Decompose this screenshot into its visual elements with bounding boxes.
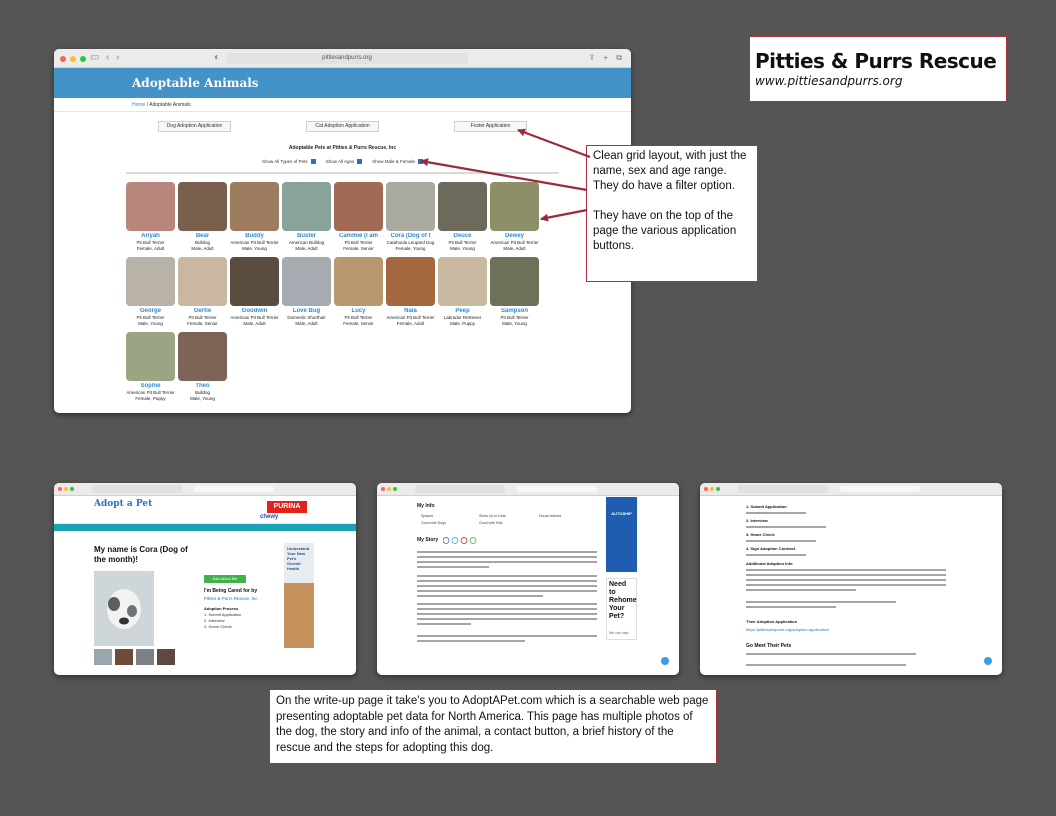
info-option: Good with Kids	[479, 521, 503, 525]
additional-info-text	[746, 569, 946, 594]
rehome-title: Need to Rehome Your Pet?	[609, 581, 637, 620]
thumbnail[interactable]	[94, 649, 112, 665]
adoptapet-steps-window: 1. Submit Application 2. Interview 3. Ho…	[700, 483, 1002, 675]
process-step: 2. Interview	[204, 618, 225, 623]
additional-info-text	[746, 601, 896, 611]
scroll-to-top-button[interactable]	[984, 657, 992, 665]
pet-profile-title: My name is Cora (Dog of the month)!	[94, 545, 188, 564]
story-text	[417, 575, 597, 600]
my-story-heading: My Story	[417, 537, 439, 543]
step-heading: 3. Home Check	[746, 532, 775, 537]
autoship-ad[interactable]: AUTOSHIP	[606, 497, 637, 572]
info-option: House-trained	[539, 514, 561, 518]
process-step: 1. Submit Application	[204, 612, 242, 617]
meet-pets-text	[746, 653, 916, 658]
address-bar[interactable]	[517, 486, 597, 492]
story-text	[417, 635, 597, 645]
rescue-link[interactable]: Pitties & Purrs Rescue, Inc	[204, 596, 258, 601]
address-bar[interactable]	[194, 486, 274, 492]
window-controls[interactable]	[58, 487, 74, 491]
step-text	[746, 554, 806, 559]
browser-toolbar	[377, 483, 679, 496]
adoptapet-profile-window: Adopt a Pet PURINA chewy My name is Cora…	[54, 483, 356, 675]
their-application-heading: Their Adoption Application	[746, 619, 798, 624]
browser-tab[interactable]	[738, 485, 828, 493]
sidebar-ad[interactable]: Understand Your New Pet's Overall Health	[284, 543, 314, 648]
adoptapet-story-window: My Info Spayed Shots Up to Date House-tr…	[377, 483, 679, 675]
zoom-window-button[interactable]	[716, 487, 720, 491]
additional-info-heading: Additional Adoption Info	[746, 561, 793, 566]
minimize-window-button[interactable]	[387, 487, 391, 491]
close-window-button[interactable]	[704, 487, 708, 491]
story-text	[417, 551, 597, 571]
step-text	[746, 512, 806, 517]
close-window-button[interactable]	[381, 487, 385, 491]
photo-thumbnails	[94, 649, 175, 665]
window-controls[interactable]	[704, 487, 720, 491]
rehome-subtitle: We can help.	[609, 631, 630, 635]
info-option: Spayed	[421, 514, 433, 518]
process-step: 3. Home Check	[204, 624, 232, 629]
info-option: Good with Dogs	[421, 521, 446, 525]
story-text	[417, 603, 597, 628]
arrow-to-foster-button	[517, 128, 591, 159]
thumbnail[interactable]	[115, 649, 133, 665]
ad-dog-image	[284, 583, 314, 648]
my-info-heading: My Info	[417, 503, 435, 509]
arrow-to-pet-grid	[540, 208, 588, 222]
step-heading: 4. Sign Adoption Contract	[746, 546, 796, 551]
info-option: Shots Up to Date	[479, 514, 506, 518]
step-heading: 2. Interview	[746, 518, 768, 523]
step-text	[746, 526, 826, 531]
step-heading: 1. Submit Application	[746, 504, 787, 509]
meet-pets-heading: Go Meet Their Pets	[746, 643, 792, 649]
close-window-button[interactable]	[58, 487, 62, 491]
adoptapet-logo[interactable]: Adopt a Pet	[94, 499, 152, 509]
adoptapet-note-text: On the write-up page it take's you to Ad…	[276, 695, 709, 754]
ask-about-me-button[interactable]: Ask About Me	[204, 575, 246, 583]
adoptapet-nav[interactable]	[54, 524, 356, 531]
adoption-process: Adoption Process 1. Submit Application 2…	[204, 606, 241, 630]
autoship-label: AUTOSHIP	[611, 511, 632, 516]
purina-logo: PURINA	[267, 501, 307, 513]
meet-pets-text	[746, 664, 906, 669]
adoption-process-title: Adoption Process	[204, 606, 239, 611]
pet-main-photo[interactable]	[94, 571, 154, 646]
share-icons[interactable]	[443, 537, 483, 545]
thumbnail[interactable]	[157, 649, 175, 665]
browser-toolbar	[700, 483, 1002, 496]
application-link[interactable]: https://pittiesandpurrs.org/adoption-app…	[746, 627, 829, 632]
browser-tab[interactable]	[92, 485, 182, 493]
ad-headline: Understand Your New Pet's Overall Health	[284, 543, 314, 583]
adoptapet-note-callout: On the write-up page it take's you to Ad…	[269, 689, 717, 764]
browser-tab[interactable]	[415, 485, 505, 493]
dog-photo-icon	[107, 589, 141, 629]
zoom-window-button[interactable]	[393, 487, 397, 491]
minimize-window-button[interactable]	[64, 487, 68, 491]
arrow-to-filters	[420, 158, 588, 192]
step-text	[746, 540, 816, 545]
adoptapet-header: Adopt a Pet PURINA chewy	[54, 496, 356, 524]
address-bar[interactable]	[840, 486, 920, 492]
window-controls[interactable]	[381, 487, 397, 491]
rehome-ad[interactable]: Need to Rehome Your Pet? We can help.	[606, 578, 637, 640]
chewy-logo: chewy	[260, 514, 279, 520]
browser-toolbar	[54, 483, 356, 496]
scroll-to-top-button[interactable]	[661, 657, 669, 665]
thumbnail[interactable]	[136, 649, 154, 665]
minimize-window-button[interactable]	[710, 487, 714, 491]
zoom-window-button[interactable]	[70, 487, 74, 491]
cared-for-by-label: I'm Being Cared for by	[204, 588, 258, 594]
